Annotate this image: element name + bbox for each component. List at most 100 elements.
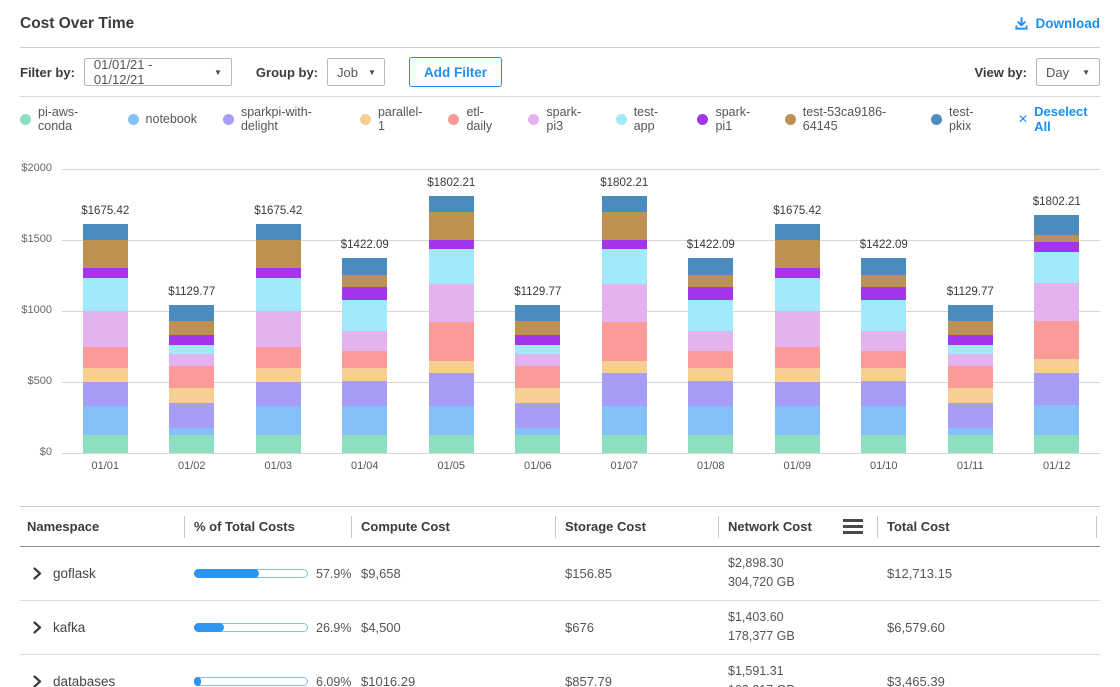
bar-segment-parallel-1[interactable] — [861, 368, 906, 380]
bar-segment-pi-aws-conda[interactable] — [429, 435, 474, 454]
stacked-bar-01/05[interactable]: $1802.21 — [429, 196, 474, 453]
bar-segment-spark-pi3[interactable] — [861, 331, 906, 350]
bar-segment-parallel-1[interactable] — [602, 361, 647, 374]
bar-segment-test-53ca9186-64145[interactable] — [1034, 235, 1079, 242]
bar-segment-test-app[interactable] — [169, 345, 214, 354]
bar-segment-test-53ca9186-64145[interactable] — [83, 240, 128, 268]
bar-segment-sparkpi-with-delight[interactable] — [169, 403, 214, 428]
bar-segment-etl-daily[interactable] — [688, 351, 733, 369]
bar-segment-test-app[interactable] — [515, 345, 560, 354]
stacked-bar-01/02[interactable]: $1129.77 — [169, 305, 214, 453]
bar-segment-notebook[interactable] — [602, 406, 647, 434]
bar-segment-spark-pi1[interactable] — [775, 268, 820, 278]
bar-segment-notebook[interactable] — [256, 406, 301, 434]
bar-segment-test-53ca9186-64145[interactable] — [602, 212, 647, 240]
bar-segment-sparkpi-with-delight[interactable] — [429, 373, 474, 406]
bar-segment-spark-pi1[interactable] — [861, 287, 906, 299]
bar-segment-pi-aws-conda[interactable] — [515, 435, 560, 454]
legend-item-sparkpi-with-delight[interactable]: sparkpi-with-delight — [223, 105, 334, 133]
bar-segment-spark-pi3[interactable] — [515, 354, 560, 367]
bar-segment-etl-daily[interactable] — [83, 347, 128, 368]
bar-segment-notebook[interactable] — [429, 406, 474, 434]
bar-segment-pi-aws-conda[interactable] — [948, 435, 993, 454]
bar-segment-etl-daily[interactable] — [775, 347, 820, 368]
stacked-bar-01/06[interactable]: $1129.77 — [515, 305, 560, 453]
bar-segment-parallel-1[interactable] — [169, 388, 214, 403]
bar-segment-notebook[interactable] — [83, 406, 128, 434]
stacked-bar-01/08[interactable]: $1422.09 — [688, 258, 733, 453]
table-row-databases[interactable]: databases6.09%$1016.29$857.79$1,591.3110… — [20, 655, 1100, 687]
legend-item-etl-daily[interactable]: etl-daily — [448, 105, 502, 133]
bar-segment-pi-aws-conda[interactable] — [1034, 435, 1079, 454]
bar-segment-etl-daily[interactable] — [602, 322, 647, 360]
bar-segment-test-pkix[interactable] — [256, 224, 301, 240]
bar-segment-pi-aws-conda[interactable] — [602, 435, 647, 454]
bar-segment-sparkpi-with-delight[interactable] — [83, 382, 128, 406]
chevron-right-icon[interactable] — [33, 621, 42, 634]
bar-segment-pi-aws-conda[interactable] — [169, 435, 214, 454]
bar-segment-parallel-1[interactable] — [775, 368, 820, 382]
bar-segment-test-53ca9186-64145[interactable] — [342, 275, 387, 288]
bar-segment-sparkpi-with-delight[interactable] — [775, 382, 820, 406]
column-header-total-cost[interactable]: Total Cost — [877, 507, 1099, 546]
deselect-all-button[interactable]: ✕ Deselect All — [1018, 104, 1100, 134]
bar-segment-sparkpi-with-delight[interactable] — [861, 381, 906, 407]
bar-segment-parallel-1[interactable] — [948, 388, 993, 403]
bar-segment-notebook[interactable] — [775, 406, 820, 434]
bar-segment-notebook[interactable] — [688, 406, 733, 434]
stacked-bar-01/01[interactable]: $1675.42 — [83, 224, 128, 453]
table-row-kafka[interactable]: kafka26.9%$4,500$676$1,403.60178,377 GB$… — [20, 601, 1100, 655]
bar-segment-spark-pi1[interactable] — [688, 287, 733, 299]
bar-segment-test-pkix[interactable] — [948, 305, 993, 321]
bar-segment-test-pkix[interactable] — [429, 196, 474, 212]
column-header-compute-cost[interactable]: Compute Cost — [351, 507, 555, 546]
bar-segment-spark-pi3[interactable] — [1034, 283, 1079, 321]
bar-segment-test-53ca9186-64145[interactable] — [861, 275, 906, 288]
bar-segment-spark-pi1[interactable] — [169, 335, 214, 345]
bar-segment-sparkpi-with-delight[interactable] — [948, 403, 993, 428]
bar-segment-sparkpi-with-delight[interactable] — [342, 381, 387, 407]
chevron-right-icon[interactable] — [33, 567, 42, 580]
bar-segment-spark-pi1[interactable] — [83, 268, 128, 278]
bar-segment-sparkpi-with-delight[interactable] — [688, 381, 733, 407]
bar-segment-sparkpi-with-delight[interactable] — [602, 373, 647, 406]
bar-segment-test-app[interactable] — [256, 278, 301, 311]
bar-segment-parallel-1[interactable] — [515, 388, 560, 403]
bar-segment-test-pkix[interactable] — [861, 258, 906, 274]
legend-item-notebook[interactable]: notebook — [128, 112, 197, 126]
stacked-bar-01/09[interactable]: $1675.42 — [775, 224, 820, 453]
bar-segment-parallel-1[interactable] — [342, 368, 387, 380]
legend-item-pi-aws-conda[interactable]: pi-aws-conda — [20, 105, 102, 133]
stacked-bar-01/03[interactable]: $1675.42 — [256, 224, 301, 453]
bar-segment-etl-daily[interactable] — [342, 351, 387, 369]
bar-segment-test-pkix[interactable] — [1034, 215, 1079, 235]
bar-segment-test-pkix[interactable] — [169, 305, 214, 321]
stacked-bar-01/12[interactable]: $1802.21 — [1034, 215, 1079, 453]
bar-segment-spark-pi3[interactable] — [83, 311, 128, 347]
bar-segment-spark-pi3[interactable] — [948, 354, 993, 367]
bar-segment-pi-aws-conda[interactable] — [861, 435, 906, 454]
bar-segment-test-53ca9186-64145[interactable] — [429, 212, 474, 240]
bar-segment-spark-pi3[interactable] — [169, 354, 214, 367]
legend-item-spark-pi1[interactable]: spark-pi1 — [697, 105, 758, 133]
column-header-namespace[interactable]: Namespace — [20, 507, 184, 546]
bar-segment-test-app[interactable] — [602, 249, 647, 285]
bar-segment-parallel-1[interactable] — [429, 361, 474, 374]
bar-segment-spark-pi1[interactable] — [602, 240, 647, 249]
bar-segment-pi-aws-conda[interactable] — [342, 435, 387, 454]
bar-segment-spark-pi3[interactable] — [688, 331, 733, 350]
bar-segment-test-pkix[interactable] — [342, 258, 387, 274]
bar-segment-test-app[interactable] — [1034, 252, 1079, 283]
bar-segment-test-53ca9186-64145[interactable] — [948, 321, 993, 335]
group-by-select[interactable]: Job ▼ — [327, 58, 385, 86]
hamburger-icon[interactable] — [843, 519, 863, 534]
bar-segment-test-pkix[interactable] — [83, 224, 128, 240]
stacked-bar-01/11[interactable]: $1129.77 — [948, 305, 993, 453]
bar-segment-parallel-1[interactable] — [83, 368, 128, 382]
bar-segment-test-pkix[interactable] — [688, 258, 733, 274]
download-button[interactable]: Download — [1014, 16, 1101, 31]
legend-item-spark-pi3[interactable]: spark-pi3 — [528, 105, 589, 133]
bar-segment-test-pkix[interactable] — [515, 305, 560, 321]
bar-segment-spark-pi1[interactable] — [1034, 242, 1079, 253]
date-range-select[interactable]: 01/01/21 - 01/12/21 ▼ — [84, 58, 232, 86]
